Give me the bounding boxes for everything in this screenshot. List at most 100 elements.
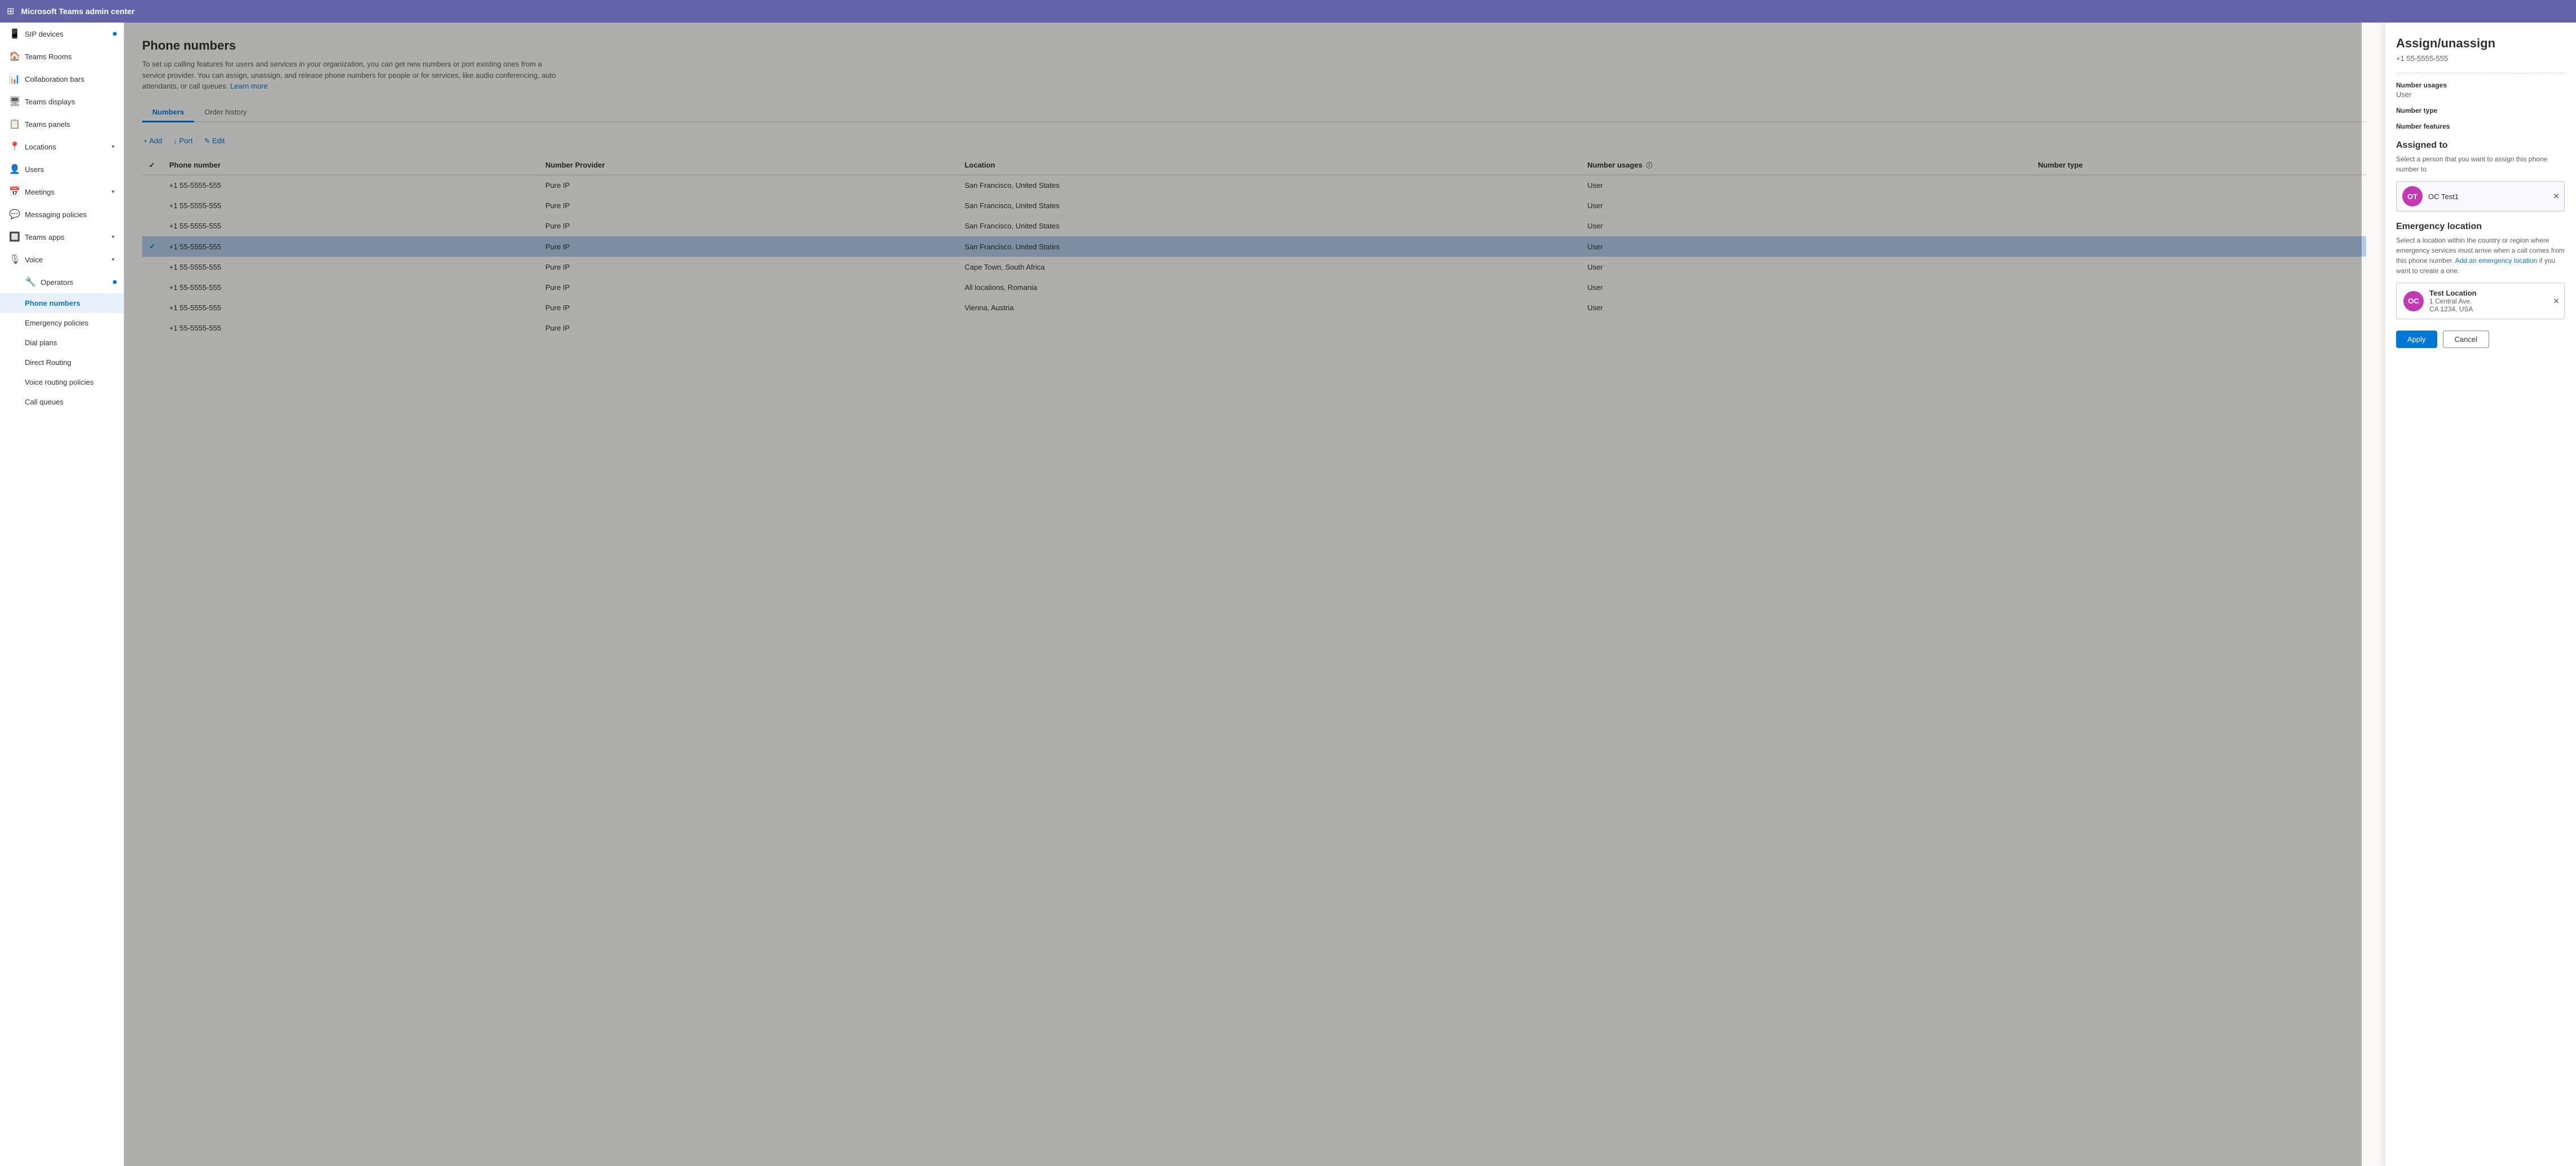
table-row[interactable]: +1 55-5555-555Pure IP — [142, 318, 2366, 338]
location-addr2: CA 1234, USA — [2429, 305, 2477, 313]
users-icon: 👤 — [9, 164, 19, 175]
cancel-button[interactable]: Cancel — [2443, 331, 2489, 348]
panel-phone-number: +1 55-5555-555 — [2396, 54, 2565, 63]
col-provider: Number Provider — [539, 156, 958, 175]
sidebar-label-meetings: Meetings — [25, 188, 55, 196]
sidebar: 📱SIP devices 🏠 Teams Rooms 📊Collaboration b… — [0, 23, 124, 1166]
sidebar-item-meetings[interactable]: 📅Meetings▾ — [0, 181, 124, 203]
emergency-location-desc: Select a location within the country or … — [2396, 235, 2565, 276]
col-select: ✓ — [142, 156, 162, 175]
sidebar-item-dial-plans[interactable]: Dial plans — [0, 333, 124, 353]
remove-location-button[interactable]: ✕ — [2553, 296, 2560, 306]
locations-chevron: ▾ — [112, 144, 115, 150]
cell-type-2 — [2031, 216, 2366, 236]
sidebar-label-teams-rooms: Teams Rooms — [25, 52, 72, 61]
assigned-to-desc: Select a person that you want to assign … — [2396, 154, 2565, 174]
sidebar-label-teams-apps: Teams apps — [25, 233, 64, 241]
cell-usage-2: User — [1580, 216, 2031, 236]
tab-order-history[interactable]: Order history — [194, 103, 257, 122]
sidebar-label-sip-devices: SIP devices — [25, 30, 63, 38]
cell-usage-0: User — [1580, 175, 2031, 196]
user-avatar: OT — [2402, 186, 2423, 206]
sidebar-item-users[interactable]: 👤Users — [0, 158, 124, 181]
cell-location-4: Cape Town, South Africa — [958, 257, 1580, 278]
location-avatar: OC — [2403, 291, 2424, 311]
sidebar-label-teams-displays: Teams displays — [25, 98, 75, 106]
sidebar-item-voice[interactable]: 🎙 Voice ▾ — [0, 248, 124, 271]
row-check-2[interactable] — [142, 216, 162, 236]
locations-icon: 📍 — [9, 141, 19, 152]
cell-phone-3: +1 55-5555-555 — [162, 236, 539, 257]
messaging-policies-icon: 💬 — [9, 209, 19, 220]
add-emergency-location-link[interactable]: Add an emergency location — [2455, 257, 2537, 265]
row-check-4[interactable] — [142, 257, 162, 278]
learn-more-link[interactable]: Learn more — [230, 82, 267, 90]
table-row[interactable]: +1 55-5555-555Pure IPSan Francisco, Unit… — [142, 196, 2366, 216]
sidebar-item-operators[interactable]: 🔧 Operators — [0, 271, 124, 293]
meetings-chevron: ▾ — [112, 189, 115, 195]
sidebar-label-collaboration-bars: Collaboration bars — [25, 75, 85, 83]
table-row[interactable]: +1 55-5555-555Pure IPCape Town, South Af… — [142, 257, 2366, 278]
teams-apps-icon: 🔲 — [9, 231, 19, 243]
cell-type-3 — [2031, 236, 2366, 257]
sidebar-label-operators: Operators — [41, 278, 73, 287]
table-row[interactable]: +1 55-5555-555Pure IPSan Francisco, Unit… — [142, 216, 2366, 236]
sidebar-item-direct-routing[interactable]: Direct Routing — [0, 353, 124, 372]
row-check-3[interactable]: ✓ — [142, 236, 162, 257]
sidebar-item-teams-panels[interactable]: 📋Teams panels — [0, 113, 124, 135]
sidebar-item-messaging-policies[interactable]: 💬Messaging policies — [0, 203, 124, 226]
assigned-to-title: Assigned to — [2396, 140, 2565, 151]
sidebar-label-voice: Voice — [25, 256, 43, 264]
row-check-7[interactable] — [142, 318, 162, 338]
number-type-label: Number type — [2396, 107, 2565, 115]
panel-actions: Apply Cancel — [2396, 331, 2565, 348]
cell-usage-7 — [1580, 318, 2031, 338]
voice-icon: 🎙 — [9, 254, 19, 265]
main-content: Phone numbers To set up calling features… — [124, 23, 2384, 1166]
remove-user-button[interactable]: ✕ — [2553, 192, 2560, 201]
cell-usage-6: User — [1580, 298, 2031, 318]
sidebar-item-teams-apps[interactable]: 🔲Teams apps▾ — [0, 226, 124, 248]
sidebar-label-voice-routing-policies: Voice routing policies — [25, 378, 94, 386]
location-addr1: 1 Central Ave. — [2429, 297, 2477, 305]
row-check-1[interactable] — [142, 196, 162, 216]
apply-button[interactable]: Apply — [2396, 331, 2437, 348]
sidebar-item-emergency-policies[interactable]: Emergency policies — [0, 313, 124, 333]
cell-type-0 — [2031, 175, 2366, 196]
row-check-0[interactable] — [142, 175, 162, 196]
sidebar-item-teams-rooms[interactable]: 🏠 Teams Rooms — [0, 45, 124, 68]
voice-chevron: ▾ — [112, 257, 115, 263]
sidebar-label-direct-routing: Direct Routing — [25, 358, 71, 367]
row-check-6[interactable] — [142, 298, 162, 318]
sidebar-item-voice-routing-policies[interactable]: Voice routing policies — [0, 372, 124, 392]
sidebar-item-collaboration-bars[interactable]: 📊Collaboration bars — [0, 68, 124, 90]
sidebar-item-sip-devices[interactable]: 📱SIP devices — [0, 23, 124, 45]
sidebar-item-phone-numbers[interactable]: Phone numbers — [0, 293, 124, 313]
cell-usage-4: User — [1580, 257, 2031, 278]
table-row[interactable]: ✓+1 55-5555-555Pure IPSan Francisco, Uni… — [142, 236, 2366, 257]
phone-numbers-table: ✓ Phone number Number Provider Location … — [142, 156, 2366, 339]
cell-phone-2: +1 55-5555-555 — [162, 216, 539, 236]
add-button[interactable]: + Add — [142, 134, 164, 148]
cell-usage-5: User — [1580, 278, 2031, 298]
operators-icon: 🔧 — [25, 276, 35, 288]
cell-location-6: Vienna, Austria — [958, 298, 1580, 318]
table-row[interactable]: +1 55-5555-555Pure IPVienna, AustriaUser — [142, 298, 2366, 318]
sidebar-item-locations[interactable]: 📍Locations▾ — [0, 135, 124, 158]
sidebar-item-call-queues[interactable]: Call queues — [0, 392, 124, 412]
grid-icon[interactable]: ⊞ — [7, 6, 14, 17]
assign-panel: Assign/unassign +1 55-5555-555 Number us… — [2384, 23, 2576, 1166]
panel-title: Assign/unassign — [2396, 36, 2565, 51]
sidebar-item-teams-displays[interactable]: 🖥Teams displays — [0, 90, 124, 113]
cell-type-5 — [2031, 278, 2366, 298]
tab-numbers[interactable]: Numbers — [142, 103, 194, 122]
port-button[interactable]: ↓ Port — [173, 134, 194, 148]
table-row[interactable]: +1 55-5555-555Pure IPAll locations, Roma… — [142, 278, 2366, 298]
sidebar-label-teams-panels: Teams panels — [25, 120, 70, 129]
cell-provider-7: Pure IP — [539, 318, 958, 338]
teams-rooms-icon: 🏠 — [9, 51, 19, 62]
edit-button[interactable]: ✎ Edit — [203, 134, 226, 148]
table-row[interactable]: +1 55-5555-555Pure IPSan Francisco, Unit… — [142, 175, 2366, 196]
cell-location-5: All locations, Romania — [958, 278, 1580, 298]
row-check-5[interactable] — [142, 278, 162, 298]
